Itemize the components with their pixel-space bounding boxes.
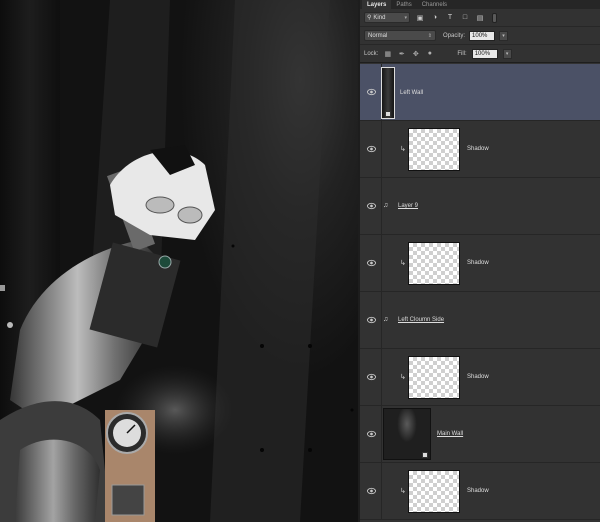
- blend-opacity-row: Normal ⇕ Opacity: 100% ▾: [360, 27, 600, 45]
- layer-name: Left Wall: [400, 90, 424, 96]
- layer-row[interactable]: ↳ Shadow: [360, 121, 600, 178]
- clipping-mask-icon: ↳: [400, 374, 406, 381]
- eye-icon[interactable]: [367, 487, 376, 495]
- layers-list: Left Wall ↳ Shadow ♫ Layer 9 ↳ Shadow ♫ …: [360, 64, 600, 520]
- lock-position-move-icon[interactable]: ✥: [411, 49, 420, 58]
- tab-layers[interactable]: Layers: [362, 0, 392, 9]
- tab-paths[interactable]: Paths: [391, 0, 416, 9]
- eye-icon[interactable]: [367, 202, 376, 210]
- layer-name: Main Wall: [437, 431, 464, 437]
- layer-name: Layer 9: [398, 203, 419, 209]
- layer-name: Left Cloumn Side: [398, 317, 445, 323]
- lock-fill-row: Lock: ▦ ✒ ✥ ● Fill: 100% ▾: [360, 45, 600, 63]
- opacity-field[interactable]: 100%: [469, 30, 496, 41]
- smart-object-icon: [385, 111, 391, 117]
- layer-row[interactable]: ↳ Shadow: [360, 235, 600, 292]
- lock-label: Lock:: [364, 50, 379, 57]
- eye-icon[interactable]: [367, 88, 376, 96]
- linked-layer-icon: ♫: [383, 316, 389, 323]
- filter-toolbar: ⚲ Kind ▾ ▣ ◑ T □ ▤: [360, 9, 600, 27]
- search-icon: ⚲: [367, 15, 372, 21]
- clipping-mask-icon: ↳: [400, 146, 406, 153]
- opacity-slider-toggle[interactable]: ▾: [499, 30, 509, 41]
- fill-field[interactable]: 100%: [471, 48, 498, 59]
- filter-pixel-icon[interactable]: ▣: [415, 13, 425, 23]
- layer-row[interactable]: ♫ Left Cloumn Side: [360, 292, 600, 349]
- filter-adjustment-icon[interactable]: ◑: [430, 13, 440, 23]
- opacity-label: Opacity:: [443, 32, 466, 39]
- layer-row[interactable]: ♫ Layer 9: [360, 178, 600, 235]
- filter-kind-label: Kind: [373, 14, 386, 21]
- filter-kind-select[interactable]: ⚲ Kind ▾: [364, 12, 410, 23]
- tab-channels[interactable]: Channels: [417, 0, 452, 9]
- artwork: [0, 0, 354, 522]
- layer-thumbnail: [408, 470, 460, 513]
- filter-shape-icon[interactable]: □: [460, 13, 470, 23]
- layer-thumbnail: [408, 128, 460, 171]
- layer-name: Shadow: [467, 260, 489, 266]
- eye-icon[interactable]: [367, 145, 376, 153]
- filter-toggle[interactable]: [492, 12, 497, 23]
- layer-row[interactable]: Main Wall: [360, 406, 600, 463]
- blend-mode-select[interactable]: Normal ⇕: [364, 30, 436, 41]
- layer-thumbnail: [408, 242, 460, 285]
- blend-mode-value: Normal: [368, 32, 388, 39]
- layer-name: Shadow: [467, 146, 489, 152]
- chevron-updown-icon: ⇕: [427, 32, 432, 39]
- eye-icon[interactable]: [367, 259, 376, 267]
- layer-name: Shadow: [467, 374, 489, 380]
- clipping-mask-icon: ↳: [400, 260, 406, 267]
- layer-row[interactable]: ↳ Shadow: [360, 463, 600, 520]
- eye-icon[interactable]: [367, 316, 376, 324]
- layer-thumbnail: [408, 356, 460, 399]
- lock-pixels-brush-icon[interactable]: ✒: [397, 49, 406, 58]
- layer-row[interactable]: ↳ Shadow: [360, 349, 600, 406]
- eye-icon[interactable]: [367, 373, 376, 381]
- lock-all-icon[interactable]: ●: [425, 49, 434, 58]
- eye-icon[interactable]: [367, 430, 376, 438]
- fill-slider-toggle[interactable]: ▾: [502, 48, 512, 59]
- layer-name: Shadow: [467, 488, 489, 494]
- layer-row[interactable]: Left Wall: [360, 64, 600, 121]
- filter-type-icon[interactable]: T: [445, 13, 455, 23]
- lock-transparency-icon[interactable]: ▦: [383, 49, 392, 58]
- clipping-mask-icon: ↳: [400, 488, 406, 495]
- panel-tabs: Layers Paths Channels: [360, 0, 600, 9]
- layers-panel: Layers Paths Channels ⚲ Kind ▾ ▣ ◑ T □ ▤…: [358, 0, 600, 522]
- smart-object-icon: [422, 452, 428, 458]
- chevron-down-icon: ▾: [404, 14, 407, 21]
- linked-layer-icon: ♫: [383, 202, 389, 209]
- fill-label: Fill:: [457, 50, 467, 57]
- document-canvas[interactable]: [0, 0, 358, 522]
- filter-smart-object-icon[interactable]: ▤: [475, 13, 485, 23]
